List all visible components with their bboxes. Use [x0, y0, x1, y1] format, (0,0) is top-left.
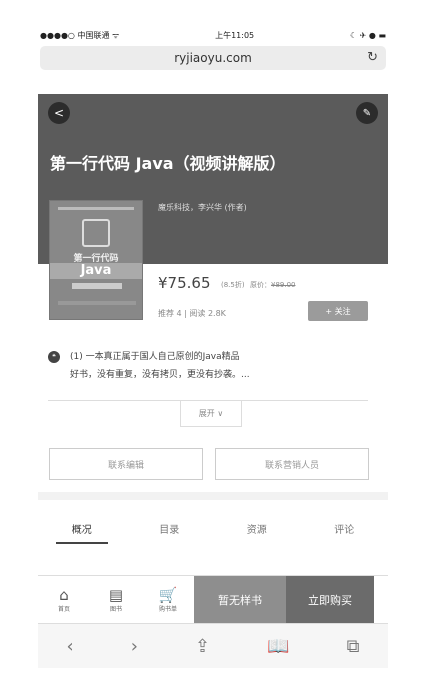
no-sample-button[interactable]: 暂无样书: [194, 576, 286, 623]
status-bar: ●●●●○ 中国联通 ᯤ 上午11:05 ☾ ✈ ● ▬: [38, 28, 388, 42]
nav-cart[interactable]: 🛒 购书单: [142, 576, 194, 623]
share-icon[interactable]: ⇪: [195, 636, 210, 657]
status-time: 上午11:05: [215, 30, 255, 40]
browser-toolbar: ‹ › ⇪ 📖 ⧉: [38, 623, 388, 668]
original-price-value: ¥89.00: [271, 281, 296, 289]
reload-icon[interactable]: ↻: [367, 50, 378, 65]
chevron-left-icon: <: [53, 106, 65, 120]
contact-editor-button[interactable]: 联系编辑: [49, 448, 203, 480]
home-icon: ⌂: [59, 586, 69, 604]
cover-subtitle: [72, 283, 122, 289]
tab-overview[interactable]: 概况: [38, 500, 126, 556]
cover-banner: [58, 207, 134, 210]
edit-share-icon: ✎: [362, 107, 372, 119]
tab-reviews[interactable]: 评论: [301, 500, 389, 556]
cover-art: [82, 219, 110, 247]
browser-back-icon[interactable]: ‹: [67, 636, 74, 657]
tab-resources[interactable]: 资源: [213, 500, 301, 556]
contact-sales-button[interactable]: 联系营销人员: [215, 448, 369, 480]
nav-books[interactable]: ▤ 图书: [90, 576, 142, 623]
nav-books-label: 图书: [109, 606, 122, 613]
book-discount: (8.5折): [221, 281, 245, 289]
phone-screen: ●●●●○ 中国联通 ᯤ 上午11:05 ☾ ✈ ● ▬ ryjiaoyu.co…: [38, 28, 388, 668]
section-divider: [38, 492, 388, 500]
buy-now-button[interactable]: 立即购买: [286, 576, 374, 623]
bookmarks-icon[interactable]: 📖: [267, 636, 289, 657]
nav-home[interactable]: ⌂ 首页: [38, 576, 90, 623]
description-line-2: 好书，没有重复，没有拷贝，更没有抄袭。...: [70, 370, 250, 380]
book-description: ❝ (1) 一本真正属于国人自己原创的Java精品 好书，没有重复，没有拷贝，更…: [48, 348, 368, 384]
book-cover[interactable]: 第一行代码 Java: [49, 200, 143, 320]
book-price: ¥75.65: [158, 274, 211, 292]
book-authors: 魔乐科技，李兴华 (作者): [158, 203, 247, 212]
cart-icon: 🛒: [158, 586, 178, 604]
browser-forward-icon[interactable]: ›: [131, 636, 138, 657]
tab-contents[interactable]: 目录: [126, 500, 214, 556]
original-price: 原价：¥89.00: [250, 280, 296, 290]
tab-bar: 概况 目录 资源 评论: [38, 500, 388, 556]
expand-button[interactable]: 展开 ∨: [180, 401, 242, 427]
original-price-label: 原价：: [250, 281, 271, 289]
carrier-signal: ●●●●○ 中国联通 ᯤ: [40, 30, 120, 40]
follow-button[interactable]: + 关注: [308, 301, 368, 321]
nav-cart-label: 购书单: [158, 606, 177, 613]
url-text: ryjiaoyu.com: [174, 51, 252, 65]
book-icon: ▤: [108, 586, 124, 604]
cover-java: Java: [50, 263, 142, 279]
quote-icon: ❝: [48, 351, 60, 363]
cover-footer: [58, 301, 136, 305]
back-button[interactable]: <: [48, 102, 70, 124]
description-line-1: (1) 一本真正属于国人自己原创的Java精品: [70, 352, 240, 362]
tabs-icon[interactable]: ⧉: [347, 636, 360, 657]
bottom-nav: ⌂ 首页 ▤ 图书 🛒 购书单 暂无样书 立即购买: [38, 575, 388, 623]
status-icons: ☾ ✈ ● ▬: [349, 30, 386, 40]
book-stats: 推荐 4 | 阅读 2.8K: [158, 309, 226, 318]
share-button[interactable]: ✎: [356, 102, 378, 124]
nav-home-label: 首页: [57, 606, 70, 613]
address-bar[interactable]: ryjiaoyu.com ↻: [40, 46, 386, 70]
book-title: 第一行代码 Java（视频讲解版）: [50, 154, 286, 173]
